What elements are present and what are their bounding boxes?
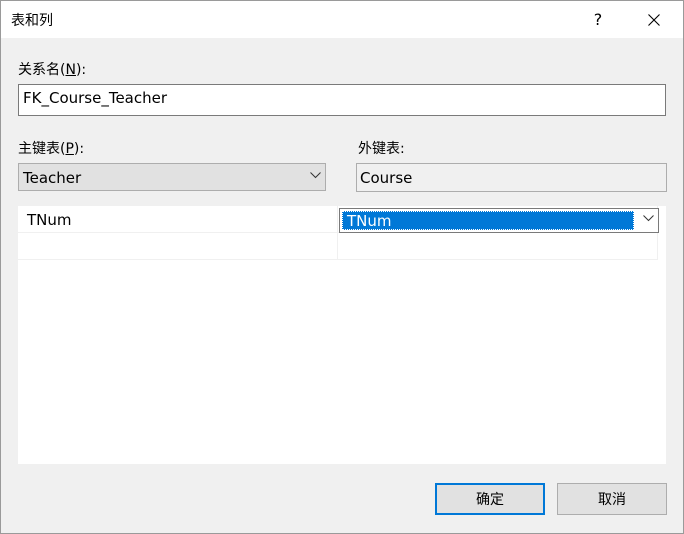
chevron-down-icon: [643, 215, 654, 222]
grid-cell-empty-primary[interactable]: [18, 233, 338, 260]
primary-table-label-prefix: 主键表(: [18, 141, 66, 157]
relation-name-label: 关系名(N):: [18, 59, 86, 79]
primary-table-label: 主键表(P):: [18, 138, 84, 158]
primary-table-dropdown[interactable]: Teacher: [18, 163, 326, 191]
foreign-table-field: Course: [356, 163, 667, 192]
primary-column-text: TNum: [27, 211, 72, 229]
foreign-table-label: 外键表:: [358, 141, 405, 157]
columns-grid: TNum TNum: [18, 206, 666, 464]
relation-name-input[interactable]: FK_Course_Teacher: [18, 84, 666, 116]
grid-cell-empty-foreign[interactable]: [338, 233, 658, 260]
cancel-button[interactable]: 取消: [557, 483, 667, 515]
foreign-column-text: TNum: [347, 212, 392, 230]
relation-name-label-prefix: 关系名(: [18, 62, 66, 78]
tables-columns-dialog: 表和列 ? 关系名(N): FK_Course_Teacher 主键表(P): …: [0, 0, 684, 534]
relation-name-label-suffix: ):: [75, 62, 87, 78]
dialog-title: 表和列: [11, 13, 53, 29]
primary-table-label-suffix: ):: [73, 141, 85, 157]
chevron-down-icon: [310, 172, 321, 179]
close-icon: [648, 13, 660, 26]
foreign-column-dropdown[interactable]: TNum: [339, 208, 659, 233]
help-button[interactable]: ?: [575, 1, 621, 38]
ok-button[interactable]: 确定: [435, 483, 545, 515]
title-bar: 表和列 ?: [1, 1, 683, 38]
grid-cell-primary-column[interactable]: TNum: [18, 206, 338, 233]
primary-table-value: Teacher: [23, 169, 82, 187]
primary-table-access-key: P: [65, 141, 74, 157]
relation-name-access-key: N: [65, 62, 76, 78]
foreign-column-selected: TNum: [342, 211, 634, 230]
close-button[interactable]: [629, 1, 679, 38]
foreign-table-value: Course: [360, 169, 413, 187]
